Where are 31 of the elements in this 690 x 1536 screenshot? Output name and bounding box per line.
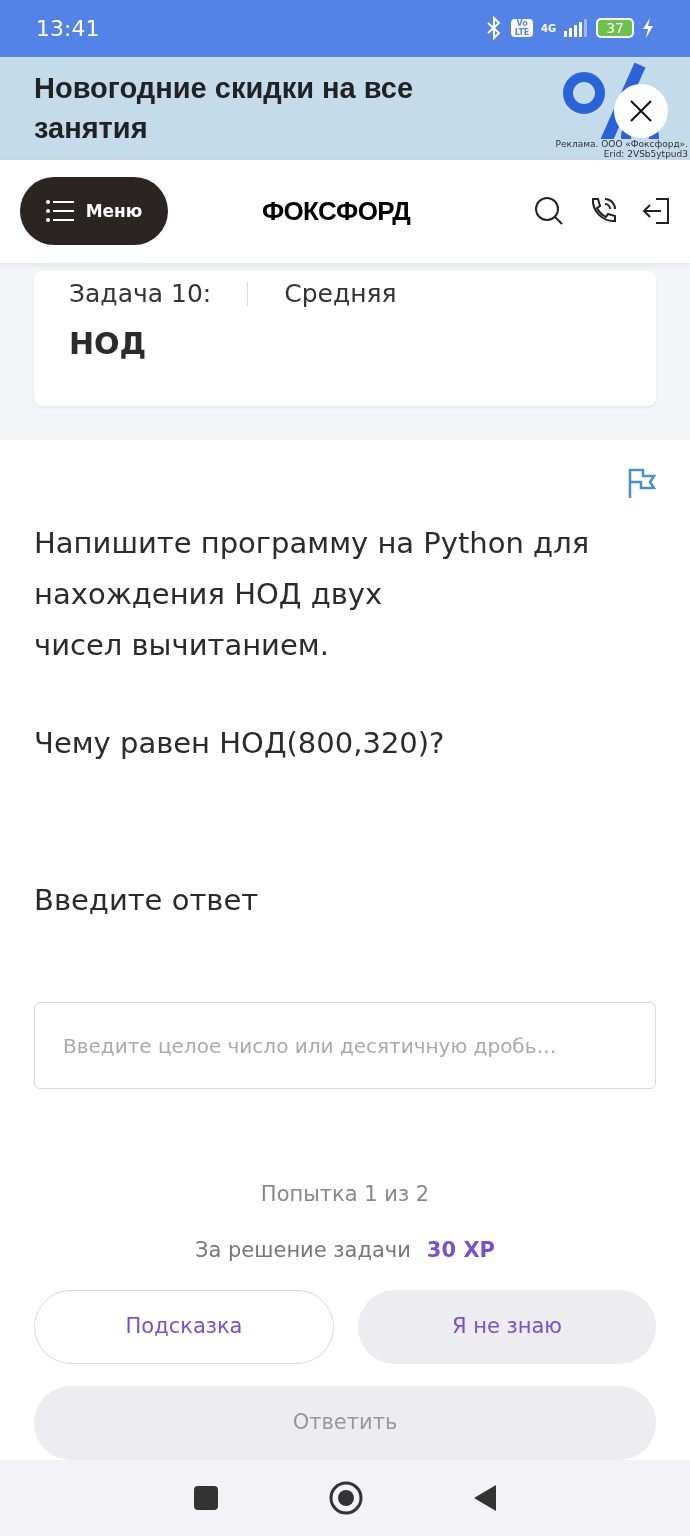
- close-button[interactable]: [614, 83, 668, 138]
- menu-button[interactable]: Меню: [20, 177, 168, 246]
- attempt-counter: Попытка 1 из 2: [259, 1181, 431, 1208]
- dont-know-button[interactable]: Я не знаю: [358, 1290, 656, 1364]
- bluetooth-icon: [485, 16, 503, 41]
- xp-reward: 30 XP: [426, 1236, 495, 1264]
- flag-icon[interactable]: [628, 467, 656, 498]
- search-icon[interactable]: [534, 196, 564, 227]
- task-title: НОД: [69, 324, 148, 363]
- answer-label: Введите ответ: [34, 881, 260, 919]
- site-logo[interactable]: ФОКСФОРД: [262, 191, 411, 231]
- volte-badge: Vo LTE: [511, 19, 533, 38]
- signal-icon: [564, 19, 589, 38]
- menu-icon: [45, 200, 74, 223]
- network-label: 4G: [541, 22, 557, 36]
- login-icon[interactable]: [642, 197, 670, 226]
- question-text: Напишите программу на Python для нахождения НОД двух чисел вычитанием.: [34, 524, 591, 664]
- promo-banner[interactable]: Новогодние скидки на все занятия Реклама. ООО «Фоксфорд». Erid: 2VSb5ytpud3: [0, 56, 690, 160]
- clock: 13:41: [36, 15, 100, 43]
- charging-icon: [642, 18, 654, 39]
- task-number: Задача 10:: [69, 278, 212, 310]
- question-prompt: Чему равен НОД(800,320)?: [34, 724, 446, 762]
- square-icon[interactable]: [193, 1485, 219, 1511]
- battery-indicator: 37: [596, 18, 634, 39]
- reward-text: За решение задачи: [195, 1236, 411, 1264]
- home-icon[interactable]: [329, 1481, 363, 1515]
- difficulty-label: Средняя: [284, 278, 397, 310]
- promo-title: Новогодние скидки на все занятия: [34, 71, 415, 147]
- close-icon: [629, 98, 653, 123]
- answer-field[interactable]: Введите целое число или десятичную дробь…: [34, 1002, 656, 1089]
- back-icon[interactable]: [473, 1484, 497, 1512]
